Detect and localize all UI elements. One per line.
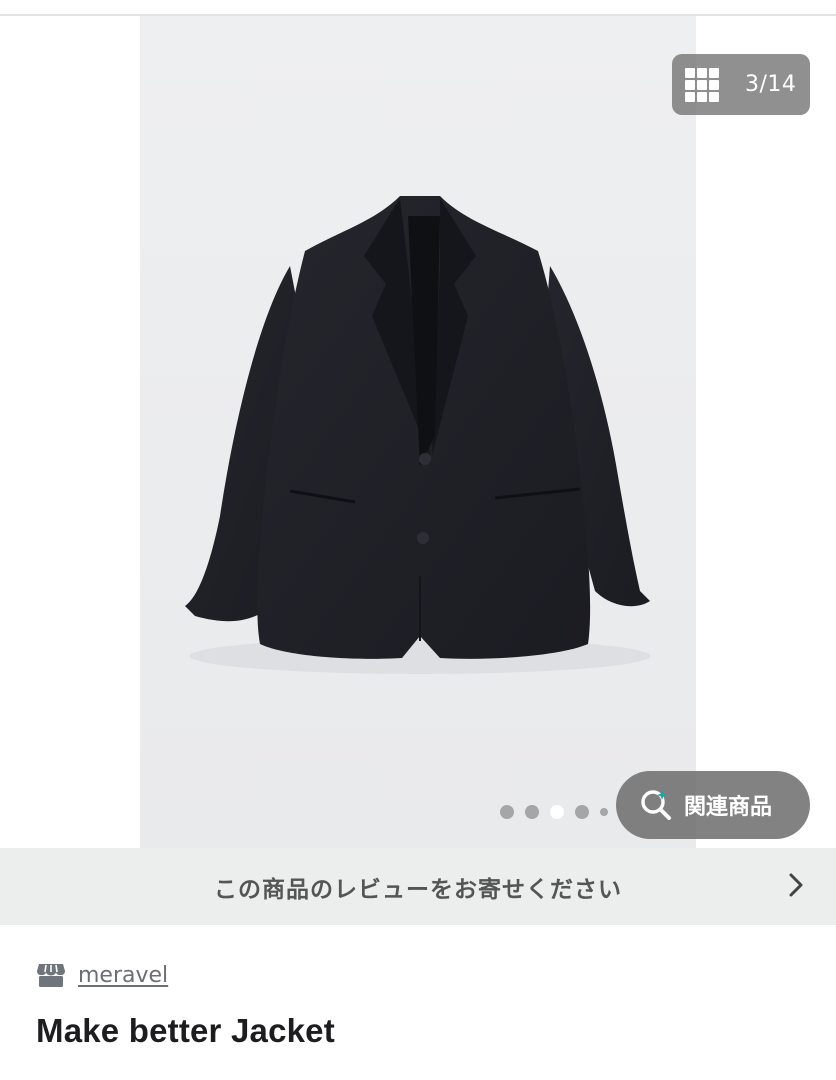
product-title: Make better Jacket <box>36 1012 335 1049</box>
search-sparkle-icon <box>641 790 671 820</box>
review-request-text: この商品のレビューをお寄せください <box>214 876 622 903</box>
image-counter-button[interactable]: 3/14 <box>672 54 810 115</box>
product-photo[interactable] <box>140 16 696 848</box>
chevron-right-icon <box>789 873 803 897</box>
pagination-dot[interactable] <box>600 808 608 816</box>
pagination-dot[interactable] <box>575 805 589 819</box>
product-image-gallery[interactable]: 3/14 関連商品 <box>0 16 836 848</box>
review-request-banner[interactable]: この商品のレビューをお寄せください <box>0 848 836 925</box>
related-products-button[interactable]: 関連商品 <box>616 771 810 839</box>
pagination-dot[interactable] <box>500 805 514 819</box>
image-counter: 3/14 <box>745 72 797 97</box>
shop-icon <box>37 964 65 987</box>
grid-icon <box>685 67 719 102</box>
shop-name-link[interactable]: meravel <box>78 963 168 988</box>
shop-row: meravel <box>36 960 168 990</box>
pagination-dots <box>500 805 608 819</box>
related-products-label: 関連商品 <box>684 795 773 820</box>
pagination-dot[interactable] <box>525 805 539 819</box>
jacket-image <box>185 196 650 674</box>
pagination-dot-active[interactable] <box>550 805 564 819</box>
product-page: 3/14 関連商品 この商品のレビューをお寄せください meravel Make… <box>0 0 836 1080</box>
